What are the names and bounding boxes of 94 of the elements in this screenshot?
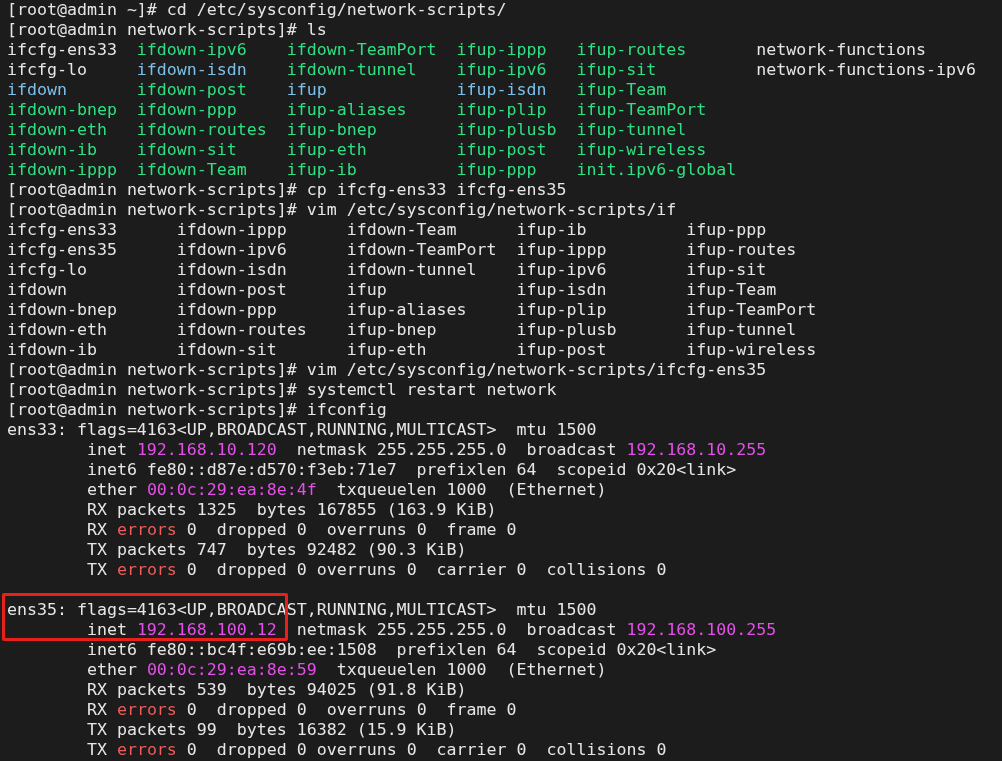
file-name: ifup <box>286 80 327 99</box>
file-name: ifdown-isdn <box>136 60 247 79</box>
interface-detail: RX packets 1325 bytes 167855 (163.9 KiB) <box>86 500 497 520</box>
file-name: ifup-ippp <box>516 240 607 259</box>
command-line: [root@admin ~]# cd /etc/sysconfig/network-scripts/ <box>7 0 508 20</box>
file-name: ifup-ib <box>286 160 357 179</box>
file-name: ifup-wireless <box>686 340 817 359</box>
file-name: ifcfg-ens35 <box>7 240 117 259</box>
file-name: ifdown-ppp <box>176 300 277 319</box>
file-name: ifdown-bnep <box>7 100 117 119</box>
file-name: ifcfg-lo <box>7 260 87 279</box>
file-name: ifup-plip <box>456 100 547 119</box>
file-name: ifdown-tunnel <box>286 60 417 79</box>
file-name: ifup-sit <box>576 60 657 79</box>
file-name: ifup-post <box>516 340 607 359</box>
file-name: ifcfg-lo <box>7 60 87 79</box>
file-name: ifdown-sit <box>136 140 237 159</box>
file-name: ifup-bnep <box>286 120 377 139</box>
interface-detail: TX errors 0 dropped 0 overruns 0 carrier 0 collisions 0 <box>86 740 667 760</box>
file-name: ifup-eth <box>346 340 427 359</box>
interface-header: ens33: flags=4163<UP,BROADCAST,RUNNING,MULTICAST> mtu 1500 <box>7 420 597 440</box>
interface-detail: TX packets 99 bytes 16382 (15.9 KiB) <box>86 720 457 740</box>
file-name: ifup-sit <box>686 260 767 279</box>
command-line: [root@admin network-scripts]# vim /etc/sysconfig/network-scripts/if <box>7 200 678 220</box>
file-name: ifup-aliases <box>286 100 407 119</box>
file-name: ifup-plusb <box>516 320 617 339</box>
file-name: ifcfg-ens33 <box>7 40 117 59</box>
interface-detail: inet 192.168.10.120 netmask 255.255.255.0 broadcast 192.168.10.255 <box>86 440 767 460</box>
file-name: ifup-ppp <box>686 220 767 239</box>
file-name: ifup-plip <box>516 300 607 319</box>
interface-detail: inet6 fe80::bc4f:e69b:ee:1508 prefixlen 64 scopeid 0x20<link> <box>86 640 717 660</box>
file-name: ifup-ipv6 <box>516 260 607 279</box>
file-name: ifup-tunnel <box>686 320 797 339</box>
interface-detail: TX errors 0 dropped 0 overruns 0 carrier 0 collisions 0 <box>86 560 667 580</box>
file-name: ifup-eth <box>286 140 367 159</box>
command-line: [root@admin network-scripts]# systemctl restart network <box>7 380 558 400</box>
file-name: ifup-routes <box>576 40 687 59</box>
file-name: ifdown <box>7 280 67 299</box>
file-name: ifup-TeamPort <box>686 300 817 319</box>
file-name: ifup-tunnel <box>576 120 687 139</box>
file-name: ifdown-routes <box>176 320 307 339</box>
command-line: [root@admin network-scripts]# ifconfig <box>7 400 388 420</box>
file-name: ifup-Team <box>576 80 667 99</box>
file-name: ifdown-post <box>136 80 247 99</box>
command-line: [root@admin network-scripts]# vim /etc/sysconfig/network-scripts/ifcfg-ens35 <box>7 360 768 380</box>
interface-detail: RX packets 539 bytes 94025 (91.8 KiB) <box>86 680 467 700</box>
file-name: ifdown-ppp <box>136 100 237 119</box>
file-name: ifdown-ib <box>7 140 97 159</box>
file-name: ifdown-TeamPort <box>346 240 497 259</box>
file-name: ifdown-isdn <box>176 260 287 279</box>
file-name: ifup-TeamPort <box>576 100 707 119</box>
file-name: network-functions-ipv6 <box>756 60 976 79</box>
interface-detail: RX errors 0 dropped 0 overruns 0 frame 0 <box>86 520 517 540</box>
file-name: ifup <box>346 280 387 299</box>
file-name: ifup-ib <box>516 220 587 239</box>
file-name: ifdown-eth <box>7 320 107 339</box>
interface-detail: inet 192.168.100.12 netmask 255.255.255.0 broadcast 192.168.100.255 <box>86 620 777 640</box>
file-name: ifdown-Team <box>346 220 457 239</box>
command-line: [root@admin network-scripts]# ls <box>7 20 328 40</box>
file-name: ifdown-routes <box>136 120 267 139</box>
file-name: ifup-ipv6 <box>456 60 547 79</box>
file-name: ifup-routes <box>686 240 797 259</box>
interface-detail: ether 00:0c:29:ea:8e:4f txqueuelen 1000 (Ethernet) <box>86 480 607 500</box>
file-name: ifup-isdn <box>456 80 547 99</box>
file-name: ifup-aliases <box>346 300 467 319</box>
file-name: ifdown-ib <box>7 340 97 359</box>
file-name: ifup-ippp <box>456 40 547 59</box>
file-name: ifdown-tunnel <box>346 260 477 279</box>
file-name: ifup-ppp <box>456 160 537 179</box>
file-name: ifdown-eth <box>7 120 107 139</box>
file-name: ifup-isdn <box>516 280 607 299</box>
file-name: ifdown-ipv6 <box>176 240 287 259</box>
file-name: ifdown-bnep <box>7 300 117 319</box>
file-name: ifdown-TeamPort <box>286 40 437 59</box>
interface-detail: ether 00:0c:29:ea:8e:59 txqueuelen 1000 (Ethernet) <box>86 660 607 680</box>
interface-detail: RX errors 0 dropped 0 overruns 0 frame 0 <box>86 700 517 720</box>
file-name: ifup-post <box>456 140 547 159</box>
file-name: ifdown-ipv6 <box>136 40 247 59</box>
interface-detail: inet6 fe80::d87e:d570:f3eb:71e7 prefixlen 64 scopeid 0x20<link> <box>86 460 737 480</box>
file-name: ifup-Team <box>686 280 777 299</box>
interface-detail: TX packets 747 bytes 92482 (90.3 KiB) <box>86 540 467 560</box>
file-name: ifdown-ippp <box>7 160 117 179</box>
file-name: ifdown-sit <box>176 340 277 359</box>
file-name: network-functions <box>756 40 927 59</box>
file-name: ifup-plusb <box>456 120 557 139</box>
file-name: ifdown-post <box>176 280 287 299</box>
file-name: ifup-wireless <box>576 140 707 159</box>
file-name: ifcfg-ens33 <box>7 220 117 239</box>
file-name: ifdown <box>7 80 67 99</box>
command-line: [root@admin network-scripts]# cp ifcfg-ens33 ifcfg-ens35 <box>7 180 568 200</box>
file-name: ifdown-ippp <box>176 220 287 239</box>
file-name: ifup-bnep <box>346 320 437 339</box>
file-name: ifdown-Team <box>136 160 247 179</box>
file-name: init.ipv6-global <box>576 160 737 179</box>
